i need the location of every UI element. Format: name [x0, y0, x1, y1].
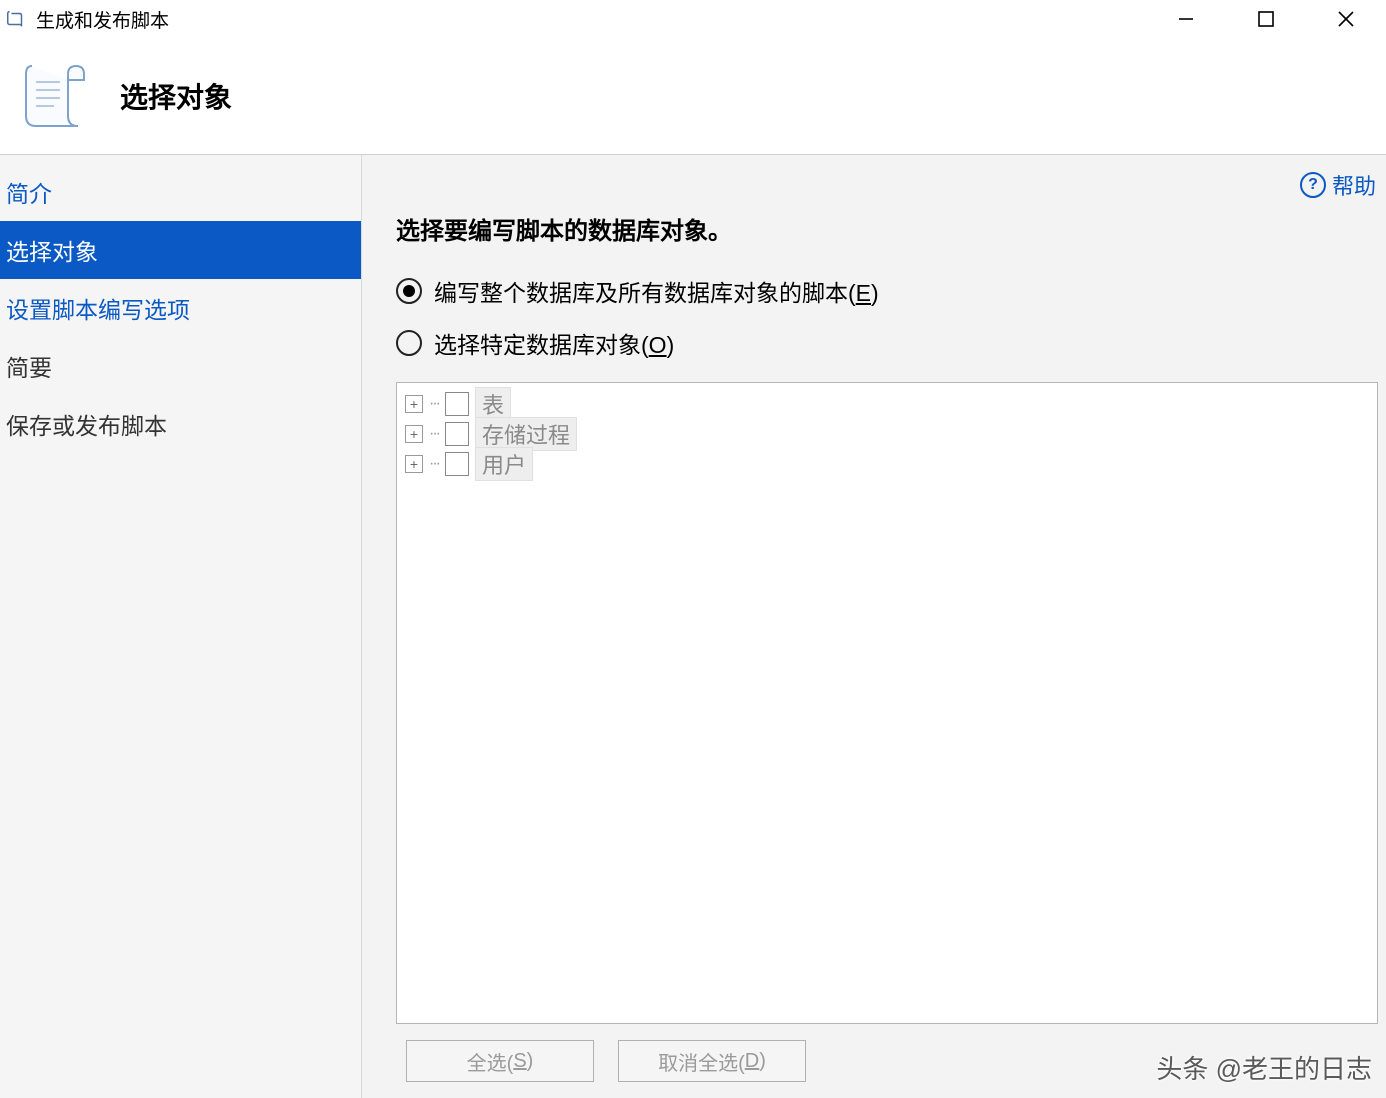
bottom-button-row: 全选(S) 取消全选(D): [396, 1024, 1380, 1098]
object-tree-panel: + ··· 表 + ··· 存储过程 + ··· 用户: [396, 382, 1378, 1024]
maximize-button[interactable]: [1226, 0, 1306, 38]
app-icon: [4, 7, 28, 31]
tree-label: 用户: [475, 447, 533, 481]
tree-item-tables: + ··· 表: [405, 389, 1369, 419]
wizard-content: ? 帮助 选择要编写脚本的数据库对象。 编写整个数据库及所有数据库对象的脚本(E…: [362, 155, 1386, 1098]
radio-script-entire-db[interactable]: 编写整个数据库及所有数据库对象的脚本(E): [396, 274, 1380, 308]
tree-item-stored-procs: + ··· 存储过程: [405, 419, 1369, 449]
help-link[interactable]: ? 帮助: [1300, 169, 1376, 201]
titlebar: 生成和发布脚本: [0, 0, 1386, 38]
tree-connector: ···: [429, 425, 439, 443]
checkbox[interactable]: [445, 422, 469, 446]
radio-icon-selected: [396, 278, 422, 304]
window: 生成和发布脚本 选择对象: [0, 0, 1386, 1098]
step-intro[interactable]: 简介: [0, 163, 361, 221]
wizard-steps-sidebar: 简介 选择对象 设置脚本编写选项 简要 保存或发布脚本: [0, 155, 362, 1098]
help-label: 帮助: [1332, 169, 1376, 201]
expand-icon[interactable]: +: [405, 395, 423, 413]
tree-label: 存储过程: [475, 417, 577, 451]
step-summary: 简要: [0, 337, 361, 395]
radio-select-specific[interactable]: 选择特定数据库对象(O): [396, 326, 1380, 360]
instruction-text: 选择要编写脚本的数据库对象。: [396, 211, 1380, 246]
select-all-button: 全选(S): [406, 1040, 594, 1082]
tree-label: 表: [475, 387, 511, 421]
step-script-options[interactable]: 设置脚本编写选项: [0, 279, 361, 337]
step-save-publish: 保存或发布脚本: [0, 395, 361, 453]
script-icon: [18, 56, 90, 136]
radio-label-entire: 编写整个数据库及所有数据库对象的脚本(E): [434, 274, 879, 308]
checkbox[interactable]: [445, 452, 469, 476]
checkbox[interactable]: [445, 392, 469, 416]
radio-label-specific: 选择特定数据库对象(O): [434, 326, 674, 360]
deselect-all-button: 取消全选(D): [618, 1040, 806, 1082]
window-title: 生成和发布脚本: [36, 6, 169, 33]
help-icon: ?: [1300, 172, 1326, 198]
page-title: 选择对象: [120, 76, 232, 116]
minimize-button[interactable]: [1146, 0, 1226, 38]
tree-connector: ···: [429, 455, 439, 473]
tree-item-users: + ··· 用户: [405, 449, 1369, 479]
radio-icon-unselected: [396, 330, 422, 356]
expand-icon[interactable]: +: [405, 425, 423, 443]
wizard-header: 选择对象: [0, 38, 1386, 155]
wizard-body: 简介 选择对象 设置脚本编写选项 简要 保存或发布脚本 ? 帮助 选择要编写脚本…: [0, 155, 1386, 1098]
expand-icon[interactable]: +: [405, 455, 423, 473]
tree-connector: ···: [429, 395, 439, 413]
window-controls: [1146, 0, 1386, 38]
close-button[interactable]: [1306, 0, 1386, 38]
step-select-objects[interactable]: 选择对象: [0, 221, 361, 279]
